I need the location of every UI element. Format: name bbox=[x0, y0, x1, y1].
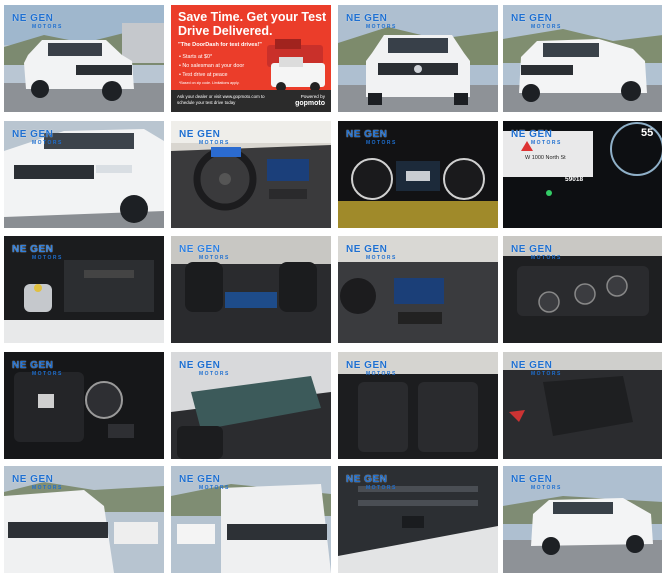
photo-thumbnail-odometer[interactable]: NE GEN MOTORS 55 W 1000 North St 59018 bbox=[503, 121, 662, 228]
photo-thumbnail-gear-selector[interactable]: NE GEN MOTORS bbox=[4, 352, 164, 459]
dealer-watermark: NE GEN MOTORS bbox=[346, 13, 397, 30]
dealer-watermark: NE GEN MOTORS bbox=[346, 360, 397, 377]
photo-thumbnail-sunroof[interactable]: NE GEN MOTORS bbox=[171, 352, 331, 459]
dealer-watermark: NE GEN MOTORS bbox=[346, 244, 397, 261]
nav-address: W 1000 North St bbox=[525, 155, 566, 161]
ad-bullet: Starts at $0* bbox=[179, 53, 269, 62]
photo-gallery: NE GEN MOTORS Save Time. Get your Test Dr… bbox=[0, 0, 662, 573]
photo-thumbnail-exterior-closeup[interactable]: NE GEN MOTORS bbox=[4, 121, 164, 228]
photo-thumbnail-headlight-right[interactable]: NE GEN MOTORS bbox=[171, 466, 331, 573]
speed-readout: 55 bbox=[641, 127, 654, 139]
photo-thumbnail-rear-seats[interactable]: NE GEN MOTORS bbox=[338, 352, 498, 459]
photo-thumbnail-driver-seat[interactable]: NE GEN MOTORS bbox=[503, 352, 662, 459]
dealer-watermark: NE GEN MOTORS bbox=[12, 13, 63, 30]
dealer-watermark: NE GEN MOTORS bbox=[346, 474, 397, 491]
dealer-watermark: NE GEN MOTORS bbox=[511, 129, 562, 146]
dealer-watermark: NE GEN MOTORS bbox=[511, 360, 562, 377]
ad-powered-by: Powered by bbox=[300, 94, 325, 99]
dealer-watermark: NE GEN MOTORS bbox=[179, 474, 230, 491]
dealer-watermark: NE GEN MOTORS bbox=[179, 244, 230, 261]
ad-bullets: Starts at $0* No salesman at your door T… bbox=[179, 53, 269, 80]
odometer-readout: 59018 bbox=[565, 176, 584, 183]
photo-thumbnail-interior-rear-view[interactable]: NE GEN MOTORS bbox=[171, 236, 331, 343]
dealer-watermark: NE GEN MOTORS bbox=[12, 244, 63, 261]
dealer-watermark: NE GEN MOTORS bbox=[179, 360, 230, 377]
dealer-watermark: NE GEN MOTORS bbox=[12, 360, 63, 377]
ad-footer: Ask your dealer or visit www.gopmoto.com… bbox=[171, 90, 331, 112]
ad-bullet: Test drive at peace bbox=[179, 71, 269, 80]
dealer-watermark: NE GEN MOTORS bbox=[346, 129, 397, 146]
ad-headline: Save Time. Get your Test Drive Delivered… bbox=[178, 10, 327, 38]
dealer-watermark: NE GEN MOTORS bbox=[12, 129, 63, 146]
dealer-watermark: NE GEN MOTORS bbox=[511, 244, 562, 261]
photo-thumbnail-center-console[interactable]: NE GEN MOTORS bbox=[338, 236, 498, 343]
photo-thumbnail-grille-closeup[interactable]: NE GEN MOTORS bbox=[338, 466, 498, 573]
dealer-watermark: NE GEN MOTORS bbox=[12, 474, 63, 491]
dealer-watermark: NE GEN MOTORS bbox=[179, 129, 230, 146]
ad-brand-logo: gopmoto bbox=[295, 100, 325, 107]
dealer-watermark: NE GEN MOTORS bbox=[511, 13, 562, 30]
photo-thumbnail-exterior-front-right[interactable]: NE GEN MOTORS bbox=[503, 5, 662, 112]
ad-footer-text: Ask your dealer or visit www.gopmoto.com… bbox=[177, 94, 265, 105]
ad-test-drive-delivery[interactable]: Save Time. Get your Test Drive Delivered… bbox=[171, 5, 331, 112]
photo-thumbnail-exterior-front-left[interactable]: NE GEN MOTORS bbox=[4, 5, 164, 112]
photo-thumbnail-exterior-front[interactable]: NE GEN MOTORS bbox=[338, 5, 498, 112]
ad-fine-print: *Based on zip code. Limitations apply. bbox=[179, 81, 240, 85]
photo-thumbnail-engine[interactable]: NE GEN MOTORS bbox=[4, 236, 164, 343]
photo-thumbnail-climate-controls[interactable]: NE GEN MOTORS bbox=[503, 236, 662, 343]
photo-thumbnail-exterior-rear[interactable]: NE GEN MOTORS bbox=[503, 466, 662, 573]
photo-thumbnail-instrument-cluster[interactable]: NE GEN MOTORS bbox=[338, 121, 498, 228]
dealer-watermark: NE GEN MOTORS bbox=[511, 474, 562, 491]
ad-bullet: No salesman at your door bbox=[179, 62, 269, 71]
ad-subhead: "The DoorDash for test drives!" bbox=[178, 42, 262, 48]
photo-thumbnail-dashboard[interactable]: NE GEN MOTORS bbox=[171, 121, 331, 228]
photo-thumbnail-headlight-left[interactable]: NE GEN MOTORS bbox=[4, 466, 164, 573]
